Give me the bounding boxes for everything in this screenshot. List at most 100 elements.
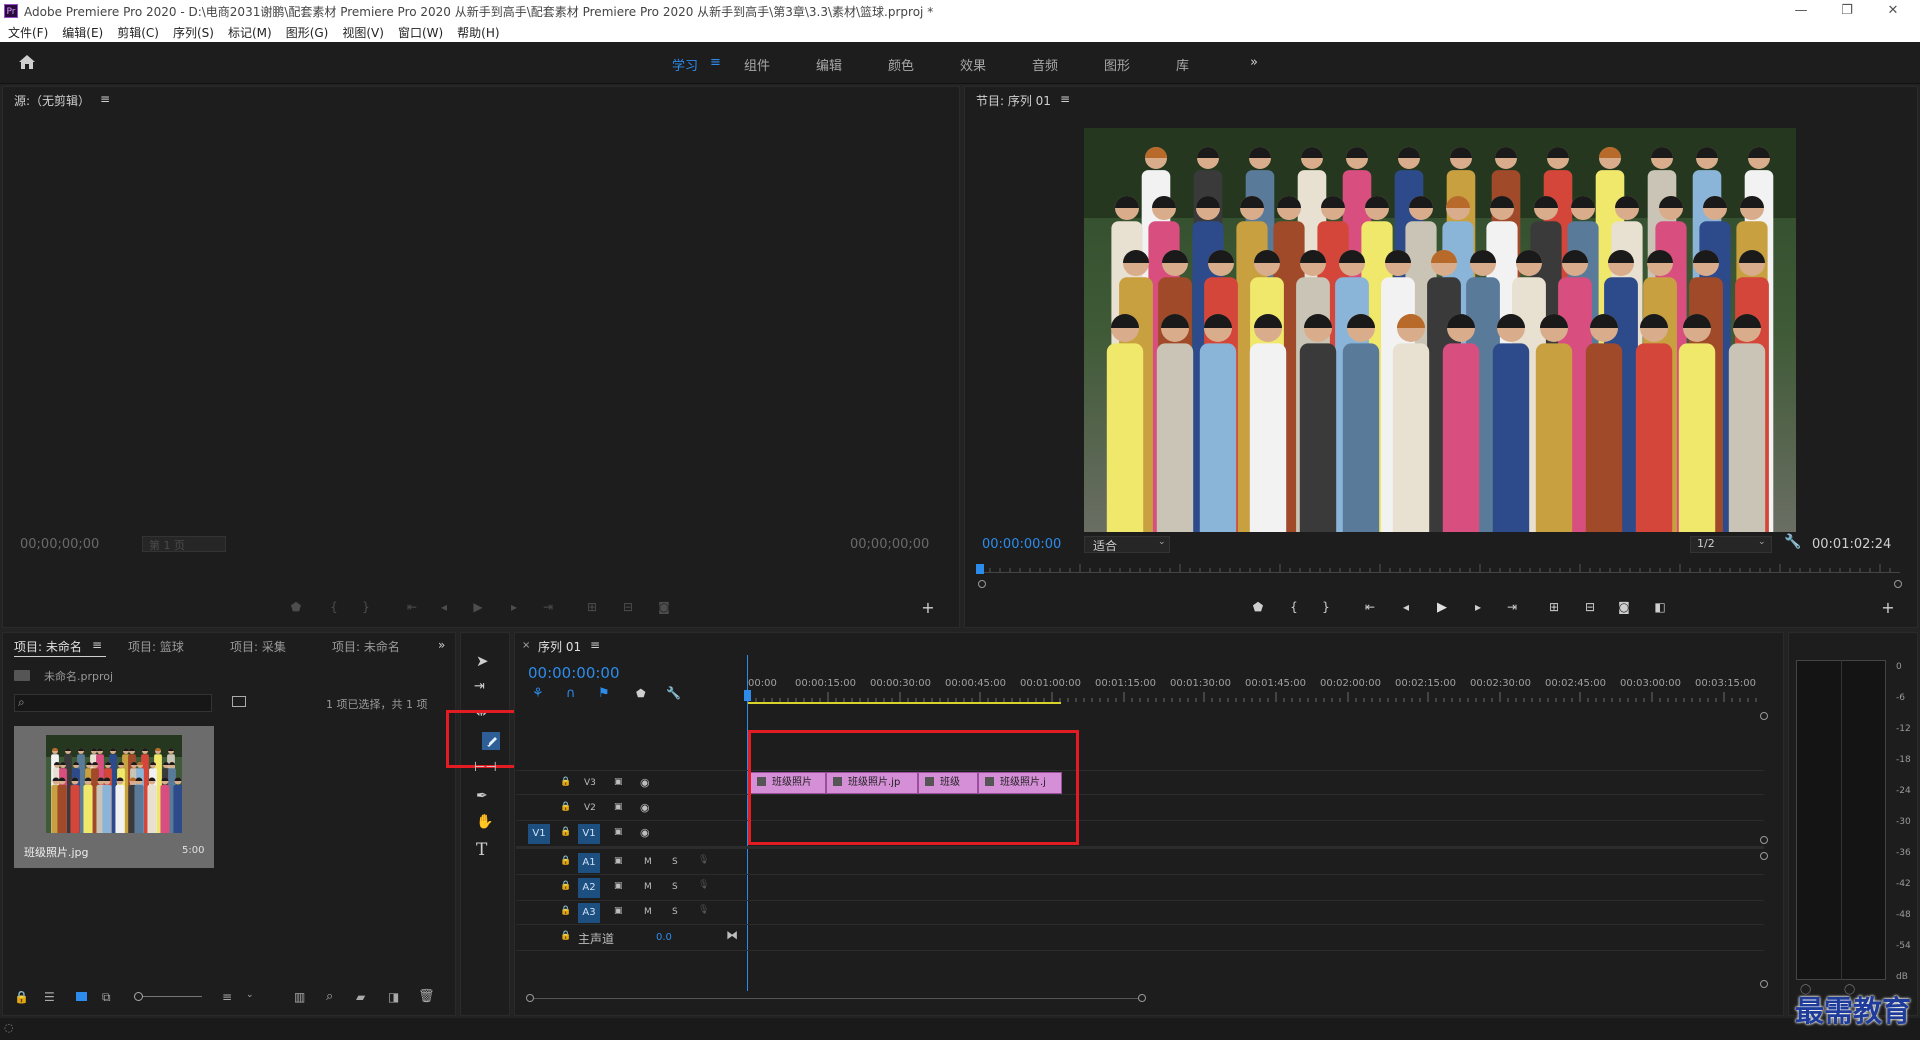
toggle-sync-lock-icon[interactable]: ▣ <box>614 802 623 812</box>
thumbnail-size-slider-handle[interactable] <box>134 992 143 1001</box>
timeline-zoom-handle-left[interactable] <box>526 994 534 1002</box>
find-icon[interactable]: ⌕ <box>326 989 333 1004</box>
source-timecode[interactable]: 00;00;00;00 <box>20 537 99 552</box>
program-compare-icon[interactable]: ◧ <box>1650 600 1670 614</box>
source-step-forward-icon[interactable]: ▸ <box>504 600 524 614</box>
solo-track-button[interactable]: S <box>672 907 678 917</box>
source-add-button-icon[interactable]: + <box>918 598 938 617</box>
video-scroll-handle-top[interactable] <box>1760 712 1768 720</box>
program-mark-out-icon[interactable]: } <box>1316 600 1336 614</box>
automate-to-sequence-icon[interactable]: ▥ <box>294 990 305 1004</box>
menu-help[interactable]: 帮助(H) <box>457 24 499 41</box>
project-tab-basketball[interactable]: 项目: 篮球 <box>128 638 184 655</box>
program-timecode[interactable]: 00:00:00:00 <box>982 537 1061 552</box>
audio-scroll-handle-bottom[interactable] <box>1760 980 1768 988</box>
track-label-v2[interactable]: V2 <box>584 803 596 813</box>
workspace-assembly[interactable]: 组件 <box>744 55 770 74</box>
menu-edit[interactable]: 编辑(E) <box>62 24 103 41</box>
source-export-frame-icon[interactable]: ◙ <box>654 600 674 614</box>
workspace-more-button[interactable]: » <box>1250 55 1258 70</box>
linked-selection-icon[interactable]: ⚑ <box>598 686 610 701</box>
audio-scroll-handle-top[interactable] <box>1760 852 1768 860</box>
voice-over-record-icon[interactable]: 🎙 <box>698 905 709 915</box>
slip-tool-icon[interactable]: ⊢⊣ <box>474 760 497 775</box>
toggle-sync-lock-icon[interactable]: ▣ <box>614 906 623 916</box>
workspace-color[interactable]: 颜色 <box>888 55 914 74</box>
toggle-track-output-eye-icon[interactable]: ◉ <box>640 776 650 789</box>
close-button[interactable]: ✕ <box>1870 0 1916 22</box>
toggle-sync-lock-icon[interactable]: ▣ <box>614 777 623 787</box>
program-zoom-handle-right[interactable] <box>1894 580 1902 588</box>
go-to-end-icon[interactable]: ⧓ <box>726 928 738 942</box>
program-panel-menu-icon[interactable]: ≡ <box>1060 92 1070 106</box>
hand-tool-icon[interactable]: ✋ <box>476 814 493 830</box>
program-add-button-icon[interactable]: + <box>1878 598 1898 617</box>
mute-track-button[interactable]: M <box>644 882 652 892</box>
timeline-sequence-tab[interactable]: 序列 01 <box>538 638 581 655</box>
track-lock-icon[interactable]: 🔒 <box>560 827 571 837</box>
source-mark-out-icon[interactable]: } <box>356 600 376 614</box>
source-add-marker-icon[interactable]: ⬟ <box>286 600 306 614</box>
project-search-input[interactable] <box>14 694 212 712</box>
thumbnail-size-slider[interactable] <box>136 996 202 997</box>
menu-marker[interactable]: 标记(M) <box>228 24 272 41</box>
voice-over-record-icon[interactable]: 🎙 <box>698 855 709 865</box>
program-add-marker-icon[interactable]: ⬟ <box>1248 600 1268 614</box>
selection-tool-icon[interactable]: ➤ <box>476 652 489 670</box>
source-go-out-icon[interactable]: ⇥ <box>538 600 558 614</box>
source-panel-menu-icon[interactable]: ≡ <box>100 92 110 106</box>
workspace-menu-icon[interactable]: ≡ <box>710 55 721 70</box>
program-zoom-handle-left[interactable] <box>978 580 986 588</box>
track-label-v3[interactable]: V3 <box>584 778 596 788</box>
icon-view-icon[interactable] <box>76 992 87 1001</box>
program-settings-wrench-icon[interactable]: 🔧 <box>1784 534 1801 550</box>
program-playhead[interactable] <box>976 564 984 574</box>
solo-track-button[interactable]: S <box>672 857 678 867</box>
project-tabs-more-button[interactable]: » <box>438 638 445 652</box>
track-target-a3[interactable]: A3 <box>578 903 600 923</box>
track-target-a1[interactable]: A1 <box>578 853 600 873</box>
menu-file[interactable]: 文件(F) <box>8 24 48 41</box>
track-lock-icon[interactable]: 🔒 <box>560 906 571 916</box>
menu-window[interactable]: 窗口(W) <box>398 24 443 41</box>
new-item-icon[interactable]: ◨ <box>388 990 399 1004</box>
workspace-editing[interactable]: 编辑 <box>816 55 842 74</box>
timeline-settings-wrench-icon[interactable]: 🔧 <box>666 686 681 700</box>
solo-track-button[interactable]: S <box>672 882 678 892</box>
timeline-timecode[interactable]: 00:00:00:00 <box>528 664 620 682</box>
maximize-button[interactable]: ❐ <box>1824 0 1870 22</box>
nest-toggle-icon[interactable]: ⚘ <box>532 686 544 701</box>
track-select-tool-icon[interactable]: ⇥ <box>474 679 485 694</box>
snap-magnet-icon[interactable]: ∩ <box>566 686 576 701</box>
workspace-graphics[interactable]: 图形 <box>1104 55 1130 74</box>
clear-trash-icon[interactable]: 🗑 <box>418 989 435 1004</box>
home-icon[interactable] <box>18 54 36 70</box>
pen-tool-icon[interactable]: ✒ <box>476 788 488 804</box>
program-lift-icon[interactable]: ⊞ <box>1544 600 1564 614</box>
type-tool-icon[interactable]: T <box>476 840 487 860</box>
timeline-zoom-handle-right[interactable] <box>1138 994 1146 1002</box>
program-step-forward-icon[interactable]: ▸ <box>1468 600 1488 614</box>
toggle-sync-lock-icon[interactable]: ▣ <box>614 881 623 891</box>
source-go-in-icon[interactable]: ⇤ <box>402 600 422 614</box>
toggle-track-output-eye-icon[interactable]: ◉ <box>640 826 650 839</box>
freeform-view-icon[interactable]: ⧉ <box>102 990 111 1005</box>
voice-over-record-icon[interactable]: 🎙 <box>698 880 709 890</box>
new-bin-icon[interactable]: ▰ <box>356 990 365 1004</box>
project-tab-capture[interactable]: 项目: 采集 <box>230 638 286 655</box>
program-extract-icon[interactable]: ⊟ <box>1580 600 1600 614</box>
track-lock-icon[interactable]: 🔒 <box>560 931 571 941</box>
track-lock-icon[interactable]: 🔒 <box>560 777 571 787</box>
workspace-libraries[interactable]: 库 <box>1176 55 1189 74</box>
source-mark-in-icon[interactable]: { <box>324 600 344 614</box>
sort-dropdown-chevron-icon[interactable]: ⌄ <box>246 990 254 1000</box>
toggle-track-output-eye-icon[interactable]: ◉ <box>640 801 650 814</box>
menu-sequence[interactable]: 序列(S) <box>173 24 214 41</box>
program-play-icon[interactable]: ▶ <box>1432 600 1452 615</box>
timeline-tab-close-icon[interactable]: × <box>522 640 530 651</box>
source-overwrite-icon[interactable]: ⊟ <box>618 600 638 614</box>
timeline-horizontal-scrollbar[interactable] <box>530 998 1142 999</box>
track-lock-icon[interactable]: 🔒 <box>560 802 571 812</box>
workspace-learn[interactable]: 学习 <box>672 55 698 74</box>
source-page-select[interactable]: 第 1 页 <box>142 536 226 552</box>
